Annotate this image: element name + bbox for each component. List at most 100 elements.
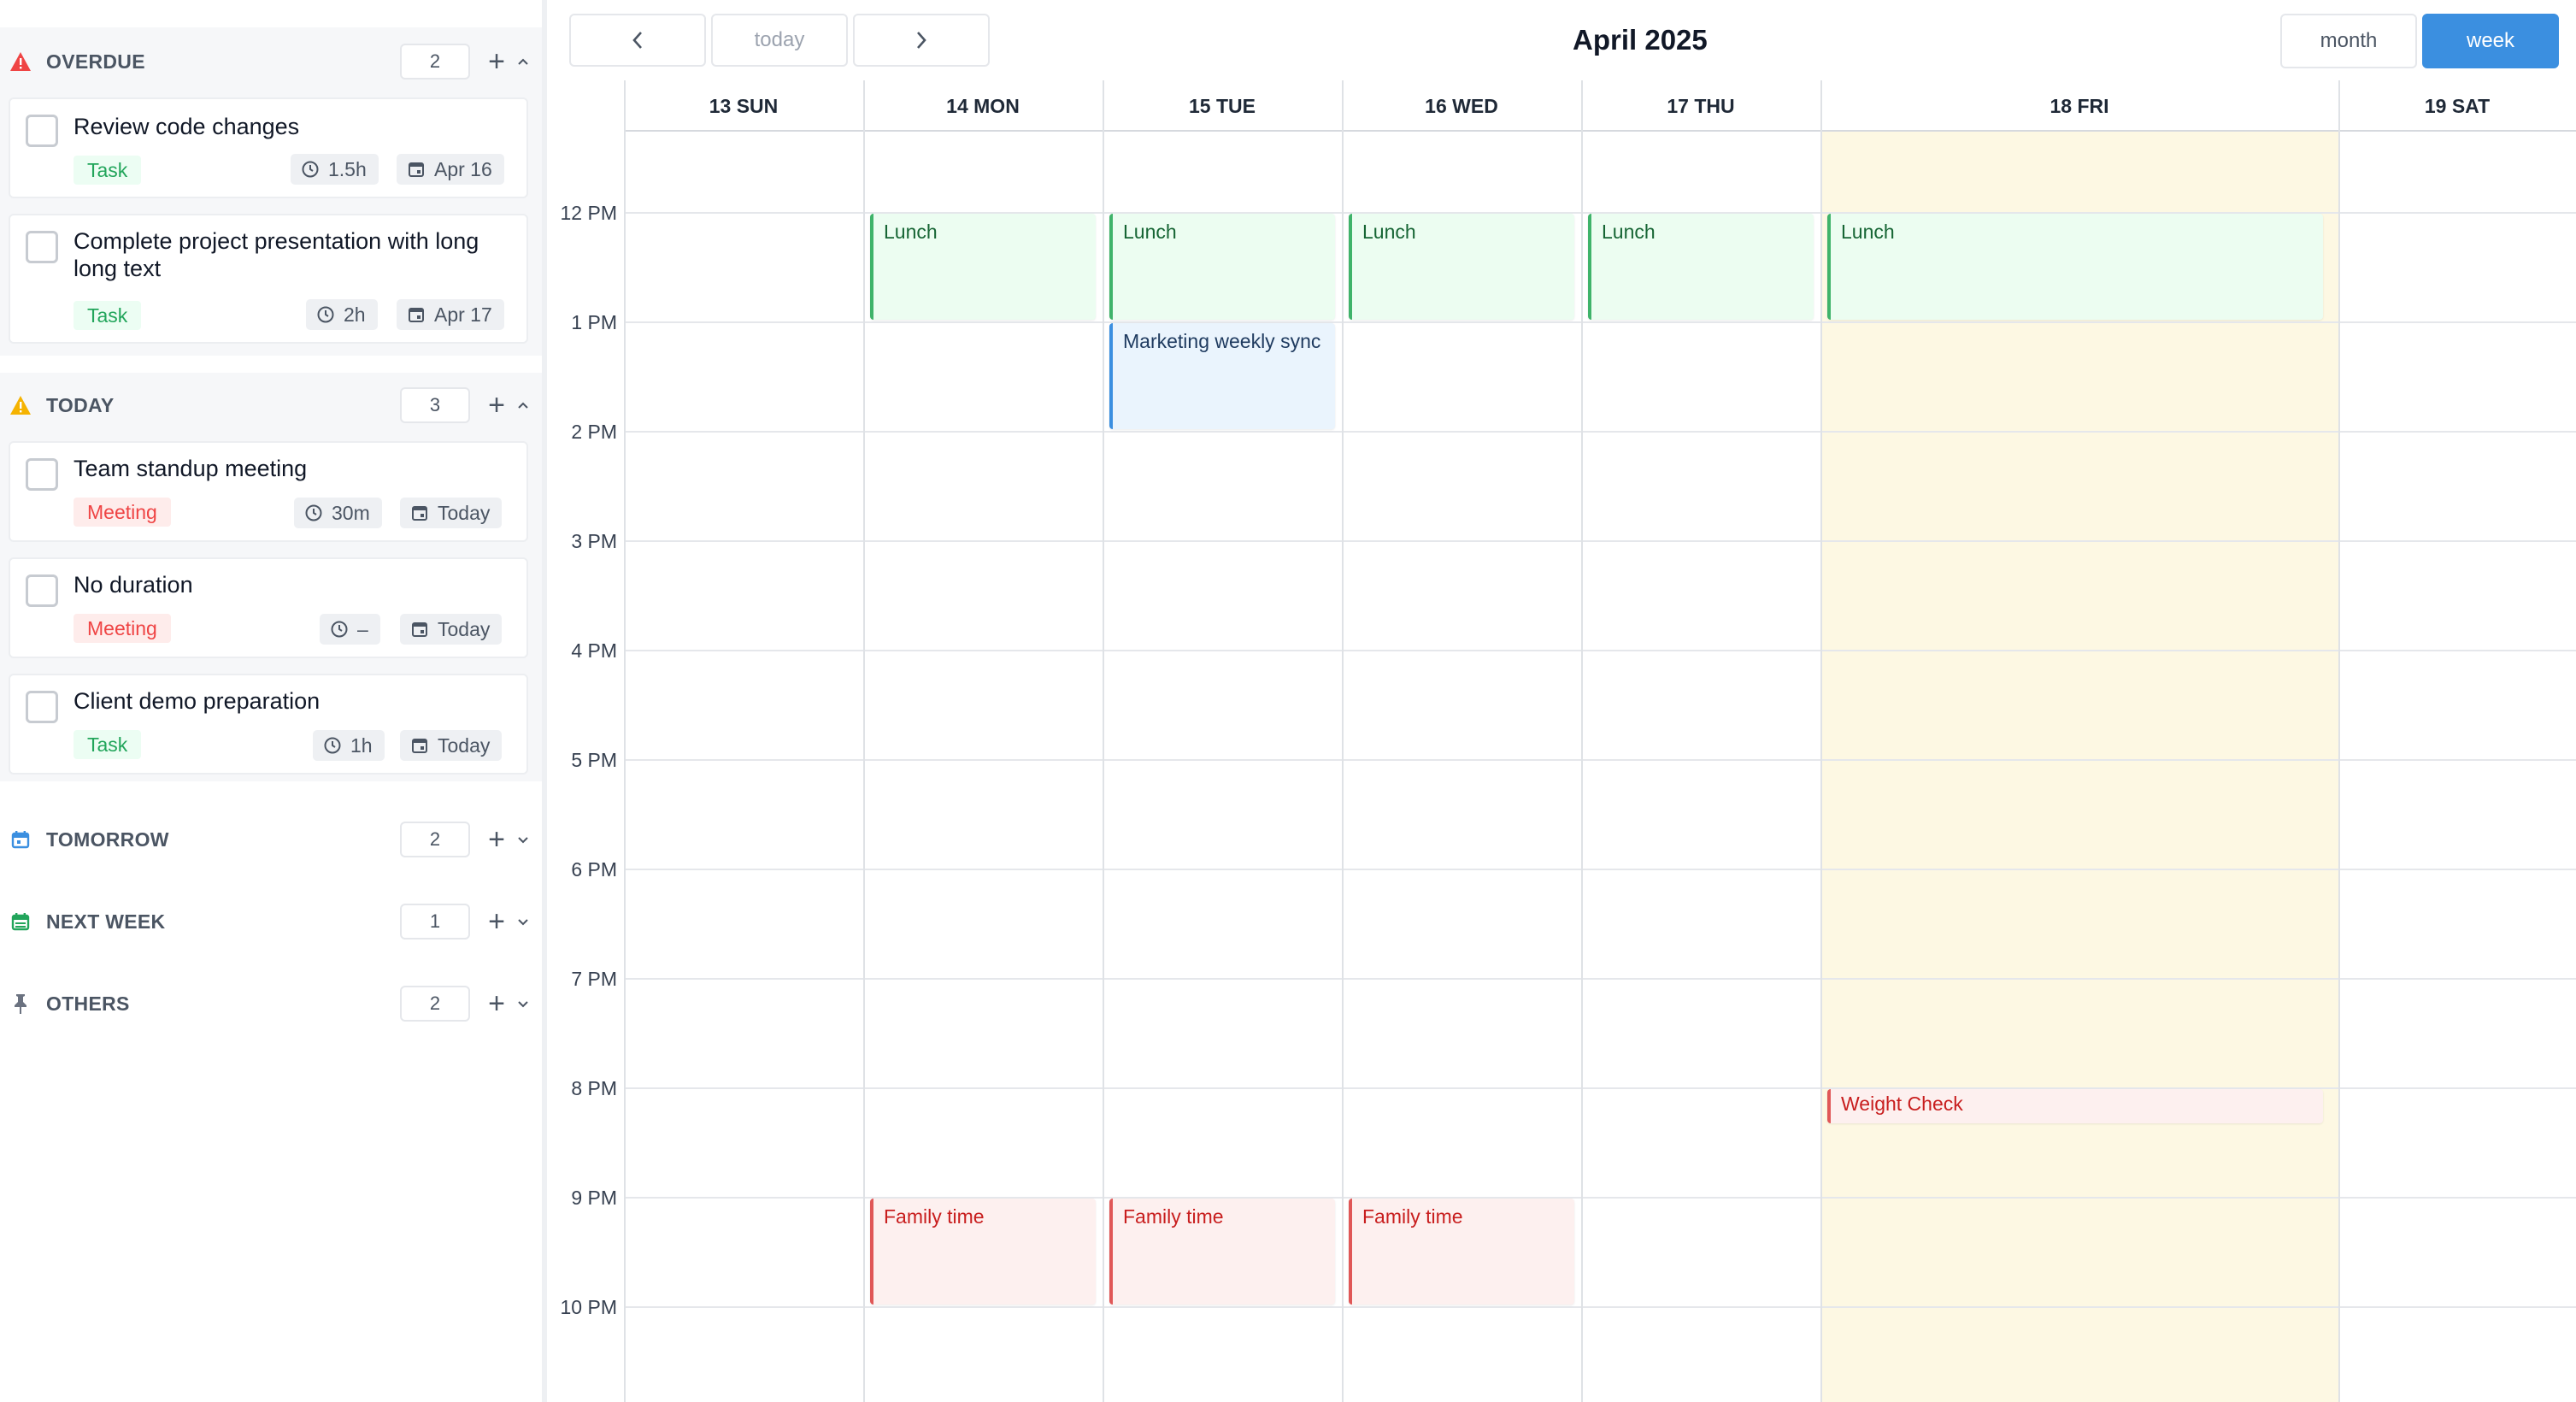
chevron-up-icon[interactable] [515, 53, 532, 70]
task-tag: Meeting [74, 498, 171, 527]
column-line [1103, 80, 1104, 1402]
week-calendar: today April 2025 month week 13 SUN 14 MO… [547, 0, 2576, 1402]
duration-value: 30m [332, 501, 370, 524]
clock-icon [305, 504, 322, 521]
pin-icon [9, 992, 32, 1016]
hour-label: 1 PM [571, 311, 617, 333]
task-tag: Meeting [74, 614, 171, 643]
day-header: 13 SUN [709, 94, 779, 117]
others-header[interactable]: OTHERS 2 + [0, 983, 542, 1024]
date-chip: Apr 16 [397, 154, 504, 185]
section-title: TODAY [46, 393, 115, 416]
calendar-event[interactable]: Lunch [1588, 214, 1814, 320]
section-title: TOMORROW [46, 828, 169, 851]
add-task-button[interactable]: + [484, 907, 509, 936]
calendar-event[interactable]: Marketing weekly sync [1109, 323, 1335, 429]
section-title: NEXT WEEK [46, 910, 166, 933]
section-count: 3 [400, 387, 470, 423]
add-task-button[interactable]: + [484, 989, 509, 1018]
hour-label: 12 PM [560, 202, 617, 224]
hour-line [624, 759, 2576, 761]
column-line [1581, 80, 1583, 1402]
task-title: Complete project presentation with long … [74, 228, 479, 281]
task-checkbox[interactable] [26, 691, 58, 723]
chevron-down-icon[interactable] [515, 831, 532, 848]
prev-button[interactable] [569, 14, 706, 67]
calendar-event[interactable]: Lunch [1827, 214, 2323, 320]
hour-line [624, 978, 2576, 980]
task-checkbox[interactable] [26, 231, 58, 263]
warning-icon [9, 393, 32, 417]
duration-chip: 30m [294, 498, 382, 528]
duration-value: 2h [344, 303, 366, 326]
header-divider [624, 130, 2576, 132]
overdue-header[interactable]: OVERDUE 2 + [0, 41, 542, 82]
section-title: OTHERS [46, 992, 130, 1015]
today-button[interactable]: today [711, 14, 848, 67]
column-line [863, 80, 865, 1402]
task-card[interactable]: No duration Meeting – Today [9, 557, 528, 658]
date-value: Today [438, 501, 491, 524]
calendar-event[interactable]: Weight Check [1827, 1089, 2323, 1123]
duration-chip: – [320, 614, 380, 645]
hour-label: 4 PM [571, 639, 617, 662]
calendar-event[interactable]: Lunch [1109, 214, 1335, 320]
calendar-icon [412, 622, 427, 637]
section-count: 2 [400, 986, 470, 1022]
calendar-event[interactable]: Family time [1349, 1199, 1574, 1305]
task-card[interactable]: Team standup meeting Meeting 30m Today [9, 441, 528, 542]
chevron-right-icon [917, 32, 926, 49]
hour-label: 3 PM [571, 530, 617, 552]
add-task-button[interactable]: + [484, 825, 509, 854]
chevron-up-icon[interactable] [515, 397, 532, 414]
task-card[interactable]: Client demo preparation Task 1h Today [9, 674, 528, 775]
next-button[interactable] [853, 14, 990, 67]
hour-label: 9 PM [571, 1187, 617, 1209]
chevron-down-icon[interactable] [515, 995, 532, 1012]
duration-chip: 1.5h [291, 154, 379, 185]
hour-line [624, 431, 2576, 433]
week-view-button[interactable]: week [2422, 14, 2559, 68]
calendar-icon [9, 828, 32, 851]
add-task-button[interactable]: + [484, 391, 509, 420]
task-card[interactable]: Review code changes Task 1.5h Apr 16 [9, 97, 528, 198]
section-title: OVERDUE [46, 50, 145, 73]
date-chip: Today [400, 614, 503, 645]
duration-value: 1h [350, 733, 373, 757]
tomorrow-header[interactable]: TOMORROW 2 + [0, 819, 542, 860]
hour-label: 7 PM [571, 968, 617, 990]
task-checkbox[interactable] [26, 574, 58, 607]
hour-line [624, 869, 2576, 870]
day-header: 16 WED [1425, 94, 1498, 117]
calendar-event[interactable]: Family time [1109, 1199, 1335, 1305]
month-view-button[interactable]: month [2280, 14, 2417, 68]
hour-line [624, 540, 2576, 542]
task-title: Review code changes [74, 114, 300, 139]
task-card[interactable]: Complete project presentation with long … [9, 214, 528, 344]
calendar-week-icon [9, 910, 32, 934]
task-checkbox[interactable] [26, 458, 58, 491]
calendar-event[interactable]: Lunch [870, 214, 1096, 320]
hour-label: 8 PM [571, 1077, 617, 1099]
calendar-event[interactable]: Family time [870, 1199, 1096, 1305]
clock-icon [331, 621, 348, 638]
task-tag: Task [74, 156, 142, 185]
column-line [2338, 80, 2340, 1402]
day-header: 14 MON [946, 94, 1020, 117]
chevron-left-icon [632, 32, 642, 49]
day-header: 19 SAT [2424, 94, 2491, 117]
task-title: Team standup meeting [74, 456, 308, 481]
clock-icon [317, 306, 334, 323]
column-line [624, 80, 626, 1402]
task-checkbox[interactable] [26, 115, 58, 147]
date-value: Apr 17 [434, 303, 492, 326]
add-task-button[interactable]: + [484, 47, 509, 76]
calendar-icon [412, 506, 427, 521]
next-week-header[interactable]: NEXT WEEK 1 + [0, 901, 542, 942]
clock-icon [302, 161, 319, 178]
chevron-down-icon[interactable] [515, 913, 532, 930]
date-value: Today [438, 733, 491, 757]
today-header[interactable]: TODAY 3 + [0, 385, 542, 426]
hour-line [624, 321, 2576, 323]
calendar-event[interactable]: Lunch [1349, 214, 1574, 320]
